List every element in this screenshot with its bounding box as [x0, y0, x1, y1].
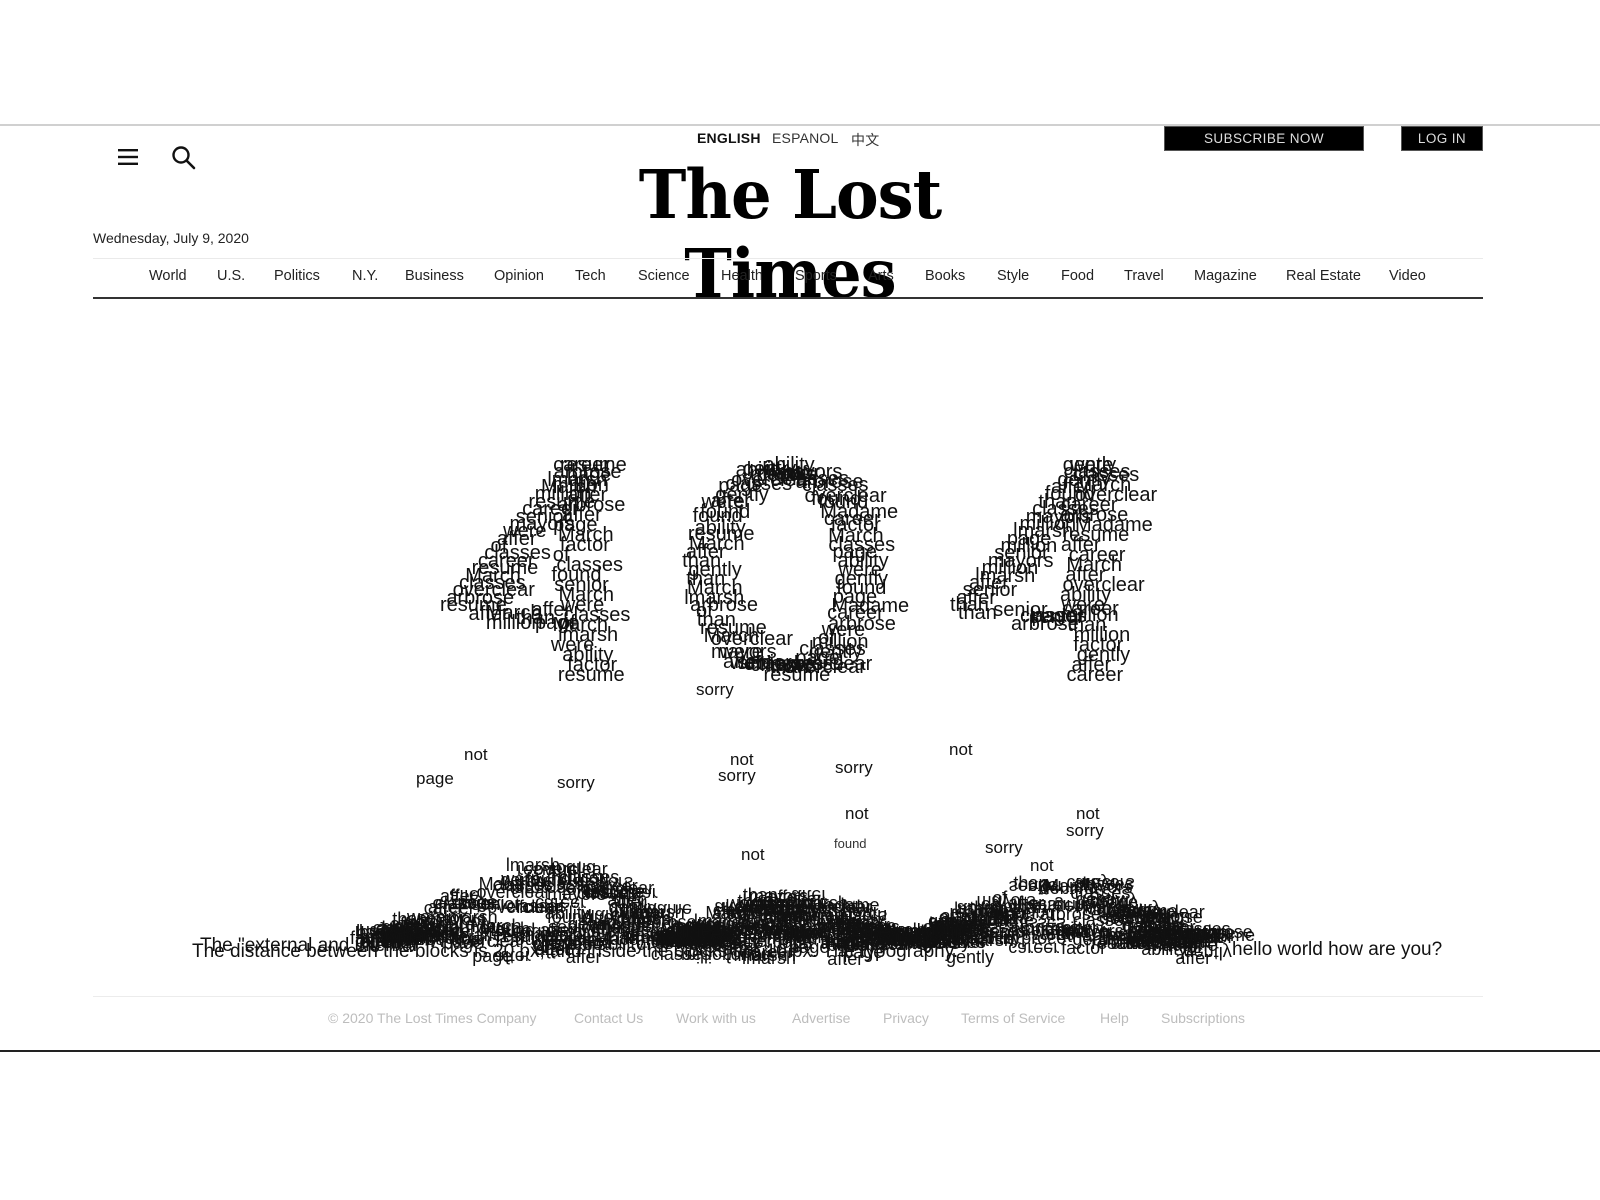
glyph-word: lmarsh	[733, 945, 788, 966]
glyph-word: resume	[650, 920, 711, 941]
scattered-word: sorry	[696, 680, 734, 699]
glyph-word: than	[516, 606, 555, 629]
footer-link-contact[interactable]: Contact Us	[574, 1010, 643, 1026]
scattered-word: not	[464, 745, 488, 764]
glyph-word: overclear	[572, 923, 647, 944]
glyph-word: after	[468, 603, 509, 626]
glyph-word: page	[1075, 893, 1116, 914]
glyph-word: found	[444, 917, 490, 938]
scattered-word: page	[416, 769, 454, 788]
glyph-word: found	[525, 869, 571, 890]
scattered-word: sorry	[985, 838, 1023, 857]
scattered-word: sorry	[835, 758, 873, 777]
glyph-word: affer	[565, 947, 602, 968]
glyph-word: career	[1008, 939, 1060, 960]
footer-link-work[interactable]: Work with us	[676, 1010, 756, 1026]
scattered-word: not	[741, 845, 765, 864]
glyph-word: overclear	[1130, 902, 1205, 923]
scattered-word: not	[845, 804, 869, 823]
scattered-word: not	[949, 740, 973, 759]
glyph-word: resume	[557, 664, 625, 686]
glyph-word: senior	[1008, 876, 1058, 897]
scattered-word: sorry	[1066, 821, 1104, 840]
footer-copyright: © 2020 The Lost Times Company	[328, 1010, 537, 1026]
glyph-word: mayors	[1075, 874, 1135, 895]
glyph-word: ability	[837, 549, 889, 572]
glyph-word: gently	[840, 933, 889, 954]
scattered-word: not	[1076, 804, 1100, 823]
glyph-word: after	[494, 947, 531, 968]
glyph-word: of	[559, 612, 576, 635]
footer-link-subscriptions[interactable]: Subscriptions	[1161, 1010, 1245, 1026]
glyph-word: page	[898, 930, 939, 951]
footer-link-advertise[interactable]: Advertise	[792, 1010, 850, 1026]
glyph-word: page	[1031, 605, 1077, 628]
footer-link-help[interactable]: Help	[1100, 1010, 1129, 1026]
glyph-word: mayors	[749, 885, 809, 906]
glyph-word: than	[957, 602, 997, 625]
footer-link-privacy[interactable]: Privacy	[883, 1010, 929, 1026]
glyph-word: than	[1067, 925, 1103, 946]
glyph-word: after	[714, 898, 751, 919]
tail-text: hello world how are you?	[1232, 939, 1443, 960]
scattered-word: found	[834, 836, 867, 851]
footer-link-terms[interactable]: Terms of Service	[961, 1010, 1065, 1026]
scattered-word: sorry	[718, 766, 756, 785]
scattered-word: sorry	[557, 773, 595, 792]
glyph-word: career	[1066, 664, 1124, 686]
footer-divider	[93, 996, 1483, 997]
glyph-word: of	[360, 933, 376, 954]
scattered-word: not	[1030, 856, 1054, 875]
bottom-divider	[0, 1050, 1600, 1052]
glyph-word: overclear	[1098, 923, 1173, 944]
glyph-word: classes	[577, 883, 638, 904]
glyph-word: senior	[937, 932, 987, 953]
